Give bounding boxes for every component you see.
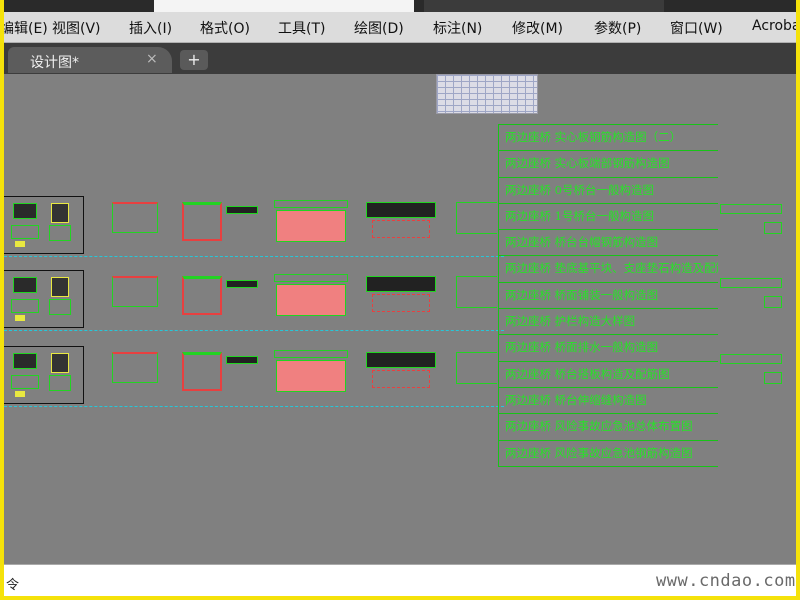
new-tab-button[interactable]: + (180, 50, 208, 70)
menu-tools[interactable]: 工具(T) (278, 18, 325, 38)
drawing-title: 两边座桥 桥台台帽钢筋构造图 (498, 230, 718, 257)
menu-dimension[interactable]: 标注(N) (433, 18, 482, 38)
drawing-title: 两边座桥 实心板钢筋构造图（二） (498, 125, 718, 152)
dimension-line (4, 256, 504, 257)
menu-view[interactable]: 视图(V) (52, 18, 101, 38)
dimension-line (4, 406, 504, 407)
drawing-sheet (764, 222, 782, 234)
menu-format[interactable]: 格式(O) (200, 18, 250, 38)
drawing-title: 两边座桥 护栏构造大样图 (498, 309, 718, 336)
menu-draw[interactable]: 绘图(D) (354, 18, 404, 38)
autocad-window: 编辑(E) 视图(V) 插入(I) 格式(O) 工具(T) 绘图(D) 标注(N… (4, 0, 796, 596)
drawing-sheet (456, 202, 497, 234)
command-prompt: 令 (6, 578, 20, 593)
drawing-sheet (226, 206, 258, 214)
drawing-sheet (456, 276, 497, 308)
menu-acrobat[interactable]: Acrobat (752, 18, 796, 34)
drawing-sheet (274, 350, 348, 358)
drawing-sheet (112, 276, 158, 307)
watermark-text: www.cndao.com (656, 571, 796, 591)
drawing-sheet (4, 196, 84, 254)
drawing-sheet (274, 274, 348, 282)
drawing-sheet (182, 352, 222, 391)
drawing-sheet (276, 360, 346, 392)
drawing-sheet (456, 352, 497, 384)
drawing-sheet (276, 284, 346, 316)
drawing-title: 两边座桥 实心板端部钢筋构造图 (498, 151, 718, 178)
drawing-sheet (720, 278, 782, 288)
drawing-canvas[interactable]: 两边座桥 实心板钢筋构造图（二） 两边座桥 实心板端部钢筋构造图 两边座桥 0号… (4, 74, 796, 564)
drawing-sheet (276, 210, 346, 242)
drawing-sheet (372, 294, 430, 312)
search-field[interactable] (154, 0, 414, 12)
tab-design-drawing[interactable]: 设计图* × (8, 47, 172, 73)
drawing-title: 两边座桥 桥台搭板构造及配筋图 (498, 361, 718, 388)
drawing-sheet (366, 352, 436, 368)
drawing-sheet (720, 354, 782, 364)
drawing-sheet (226, 356, 258, 364)
drawing-title: 两边座桥 1号桥台一般构造图 (498, 203, 718, 231)
drawing-title-list: 两边座桥 实心板钢筋构造图（二） 两边座桥 实心板端部钢筋构造图 两边座桥 0号… (498, 124, 718, 467)
drawing-sheet (182, 202, 222, 241)
drawing-sheet (112, 352, 158, 383)
drawing-sheet (366, 202, 436, 218)
document-tab-bar: 设计图* × + (4, 43, 796, 74)
close-icon[interactable]: × (146, 51, 158, 67)
menu-bar: 编辑(E) 视图(V) 插入(I) 格式(O) 工具(T) 绘图(D) 标注(N… (4, 12, 796, 43)
drawing-title: 两边座桥 垫底基平块、支座垫石构造及配筋图 (498, 256, 718, 283)
drawing-title: 两边座桥 桥台伸缩缝构造图 (498, 387, 718, 415)
drawing-sheet (112, 202, 158, 233)
drawing-sheet (226, 280, 258, 288)
menu-modify[interactable]: 修改(M) (512, 18, 563, 38)
menu-parameter[interactable]: 参数(P) (594, 18, 641, 38)
tab-label: 设计图* (30, 55, 79, 71)
drawing-sheet (372, 370, 430, 388)
menu-insert[interactable]: 插入(I) (129, 18, 172, 38)
drawing-title: 两边座桥 风险事故应急池总体布置图 (498, 414, 718, 441)
drawing-sheet (4, 346, 84, 404)
info-center (424, 0, 664, 12)
drawing-sheet (274, 200, 348, 208)
title-strip (4, 0, 796, 12)
dimension-line (4, 330, 504, 331)
drawing-title: 两边座桥 桥面排水一般构造图 (498, 335, 718, 362)
drawing-title: 两边座桥 0号桥台一般构造图 (498, 177, 718, 204)
drawing-sheet (182, 276, 222, 315)
drawing-sheet (372, 220, 430, 238)
drawing-sheet (764, 372, 782, 384)
drawing-sheet (720, 204, 782, 214)
menu-edit[interactable]: 编辑(E) (4, 18, 48, 38)
drawing-sheet (366, 276, 436, 292)
drawing-title: 两边座桥 桥面铺装一般构造图 (498, 282, 718, 310)
drawing-sheet (4, 270, 84, 328)
drawing-sheet (764, 296, 782, 308)
sheet-preview-thumbnail (436, 74, 538, 114)
menu-window[interactable]: 窗口(W) (670, 18, 723, 38)
command-line[interactable]: 令 www.cndao.com (4, 564, 796, 596)
drawing-title: 两边座桥 风险事故应急池钢筋构造图 (498, 440, 718, 467)
